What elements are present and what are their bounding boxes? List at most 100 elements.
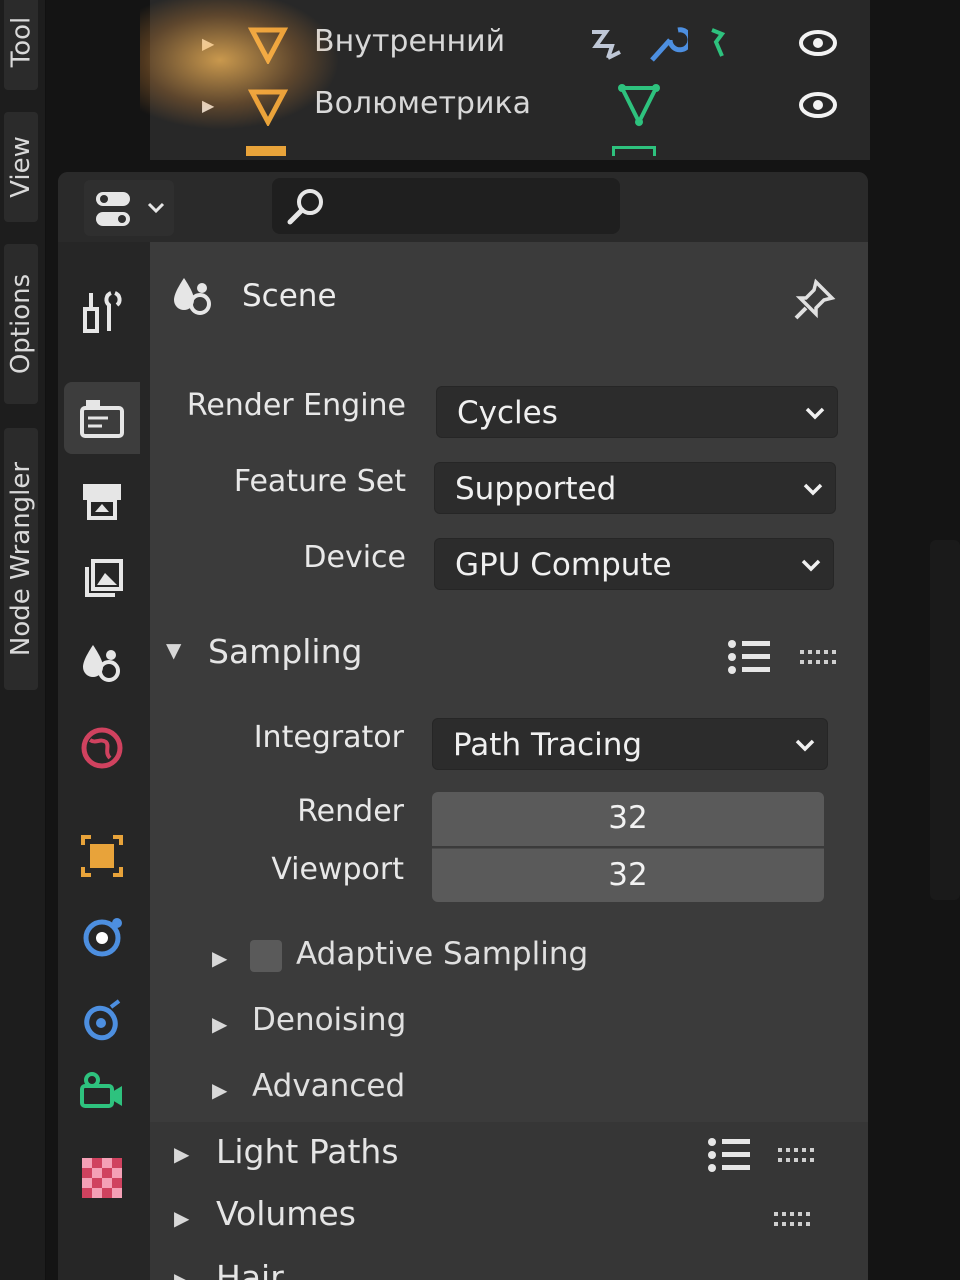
tab-physics[interactable] xyxy=(64,900,140,972)
search-icon xyxy=(287,189,323,225)
expand-arrow-icon[interactable]: ▶ xyxy=(212,1012,227,1036)
expand-arrow-icon[interactable]: ▶ xyxy=(174,1206,189,1230)
object-name: Внутренний xyxy=(314,24,506,59)
tab-node-wrangler-label: Node Wrangler xyxy=(6,461,36,657)
feature-set-dropdown[interactable]: Supported xyxy=(434,462,836,514)
wrench-modifier-icon xyxy=(650,27,688,62)
sampling-panel-header[interactable]: ▼ Sampling xyxy=(150,622,868,688)
search-input[interactable] xyxy=(272,178,620,234)
device-dropdown[interactable]: GPU Compute xyxy=(434,538,834,590)
render-samples-label: Render xyxy=(297,794,404,829)
drag-handle-icon[interactable] xyxy=(776,1146,816,1166)
chevron-down-icon xyxy=(147,202,165,214)
chevron-down-icon xyxy=(795,739,815,752)
tab-collection[interactable] xyxy=(64,820,140,892)
integrator-label: Integrator xyxy=(253,720,404,755)
object-icon xyxy=(81,835,123,877)
drag-handle-icon[interactable] xyxy=(772,1210,812,1230)
object-name: Волюметрика xyxy=(314,86,531,121)
device-value: GPU Compute xyxy=(455,547,672,583)
presets-list-icon[interactable] xyxy=(726,638,774,676)
chevron-down-icon xyxy=(803,483,823,496)
partial-row-icon xyxy=(612,146,656,156)
collapse-arrow-icon[interactable]: ▼ xyxy=(166,638,181,662)
visibility-eye-icon[interactable] xyxy=(798,90,838,120)
render-samples-value: 32 xyxy=(608,800,648,836)
expand-arrow-icon[interactable]: ▶ xyxy=(174,1142,189,1166)
tab-view-label: View xyxy=(6,136,37,198)
hair-panel-header[interactable]: ▶ Hair xyxy=(150,1254,868,1280)
scene-icon xyxy=(83,645,120,682)
light-object-icon xyxy=(248,89,288,126)
tab-view[interactable]: View xyxy=(4,112,38,222)
partial-row-icon xyxy=(246,146,286,156)
tab-output[interactable] xyxy=(64,464,140,536)
tab-tool-settings[interactable] xyxy=(64,276,140,348)
properties-editor: Scene Render Engine Cycles Feature Set S… xyxy=(58,172,868,1280)
tab-view-layer[interactable] xyxy=(64,544,140,616)
tab-world[interactable] xyxy=(64,712,140,784)
tab-data[interactable] xyxy=(64,1056,140,1128)
adaptive-sampling-label: Adaptive Sampling xyxy=(296,936,589,972)
integrator-dropdown[interactable]: Path Tracing xyxy=(432,718,828,770)
render-engine-dropdown[interactable]: Cycles xyxy=(436,386,838,438)
sampling-title: Sampling xyxy=(208,632,363,671)
sidebar-tab-strip: Tool View Options Node Wrangler xyxy=(0,0,46,1280)
context-title: Scene xyxy=(242,278,337,314)
advanced-label: Advanced xyxy=(252,1068,406,1104)
integrator-value: Path Tracing xyxy=(453,727,643,763)
tab-render[interactable] xyxy=(64,382,140,454)
viewport-samples-value: 32 xyxy=(608,857,648,893)
outliner: ▶ Внутренний ▶ Волюметрика xyxy=(150,0,870,160)
properties-editor-icon xyxy=(96,192,130,226)
scene-icon xyxy=(174,278,211,315)
tab-texture[interactable] xyxy=(64,1142,140,1214)
denoising-label: Denoising xyxy=(252,1002,407,1038)
viewport-samples-field[interactable]: 32 xyxy=(432,848,824,902)
light-paths-panel-header[interactable]: ▶ Light Paths xyxy=(150,1122,868,1188)
tab-node-wrangler[interactable]: Node Wrangler xyxy=(4,428,38,690)
texture-checker-icon xyxy=(82,1158,122,1198)
render-engine-value: Cycles xyxy=(457,395,558,431)
hair-title: Hair xyxy=(216,1258,284,1280)
camera-data-icon xyxy=(80,1072,122,1108)
physics-icon xyxy=(83,918,122,957)
viewport-samples-label: Viewport xyxy=(271,852,404,887)
tool-settings-icon xyxy=(83,291,122,333)
properties-header xyxy=(58,172,868,242)
light-object-icon xyxy=(248,27,288,64)
expand-arrow-icon[interactable]: ▶ xyxy=(202,34,214,53)
expand-arrow-icon[interactable]: ▶ xyxy=(202,96,214,115)
expand-arrow-icon[interactable]: ▶ xyxy=(174,1268,189,1280)
tab-tool-label: Tool xyxy=(6,16,37,68)
chevron-down-icon xyxy=(805,407,825,420)
tab-scene[interactable] xyxy=(64,626,140,698)
pin-icon[interactable] xyxy=(790,276,838,324)
tab-tool[interactable]: Tool xyxy=(4,0,38,90)
outliner-row[interactable]: ▶ Внутренний xyxy=(150,16,870,72)
feature-set-value: Supported xyxy=(455,471,617,507)
presets-list-icon[interactable] xyxy=(706,1136,754,1174)
expand-arrow-icon[interactable]: ▶ xyxy=(212,1078,227,1102)
tab-options[interactable]: Options xyxy=(4,244,38,404)
mesh-data-icon xyxy=(618,84,660,127)
visibility-eye-icon[interactable] xyxy=(798,28,838,58)
render-samples-field[interactable]: 32 xyxy=(432,792,824,846)
volumes-panel-header[interactable]: ▶ Volumes xyxy=(150,1188,868,1254)
monitor-bezel xyxy=(930,540,960,900)
output-printer-icon xyxy=(83,484,121,520)
adaptive-sampling-checkbox[interactable] xyxy=(250,940,282,972)
render-engine-label: Render Engine xyxy=(186,388,406,423)
vertex-data-icon xyxy=(711,28,726,57)
volumes-title: Volumes xyxy=(216,1194,356,1233)
device-label: Device xyxy=(303,540,406,575)
light-paths-title: Light Paths xyxy=(216,1132,399,1171)
tab-constraints[interactable] xyxy=(64,984,140,1056)
constraint-icon xyxy=(592,30,621,60)
outliner-row[interactable]: ▶ Волюметрика xyxy=(150,78,870,134)
world-icon xyxy=(81,727,123,769)
editor-type-button[interactable] xyxy=(84,180,174,236)
drag-handle-icon[interactable] xyxy=(798,648,838,668)
render-camera-icon xyxy=(80,400,124,438)
expand-arrow-icon[interactable]: ▶ xyxy=(212,946,227,970)
